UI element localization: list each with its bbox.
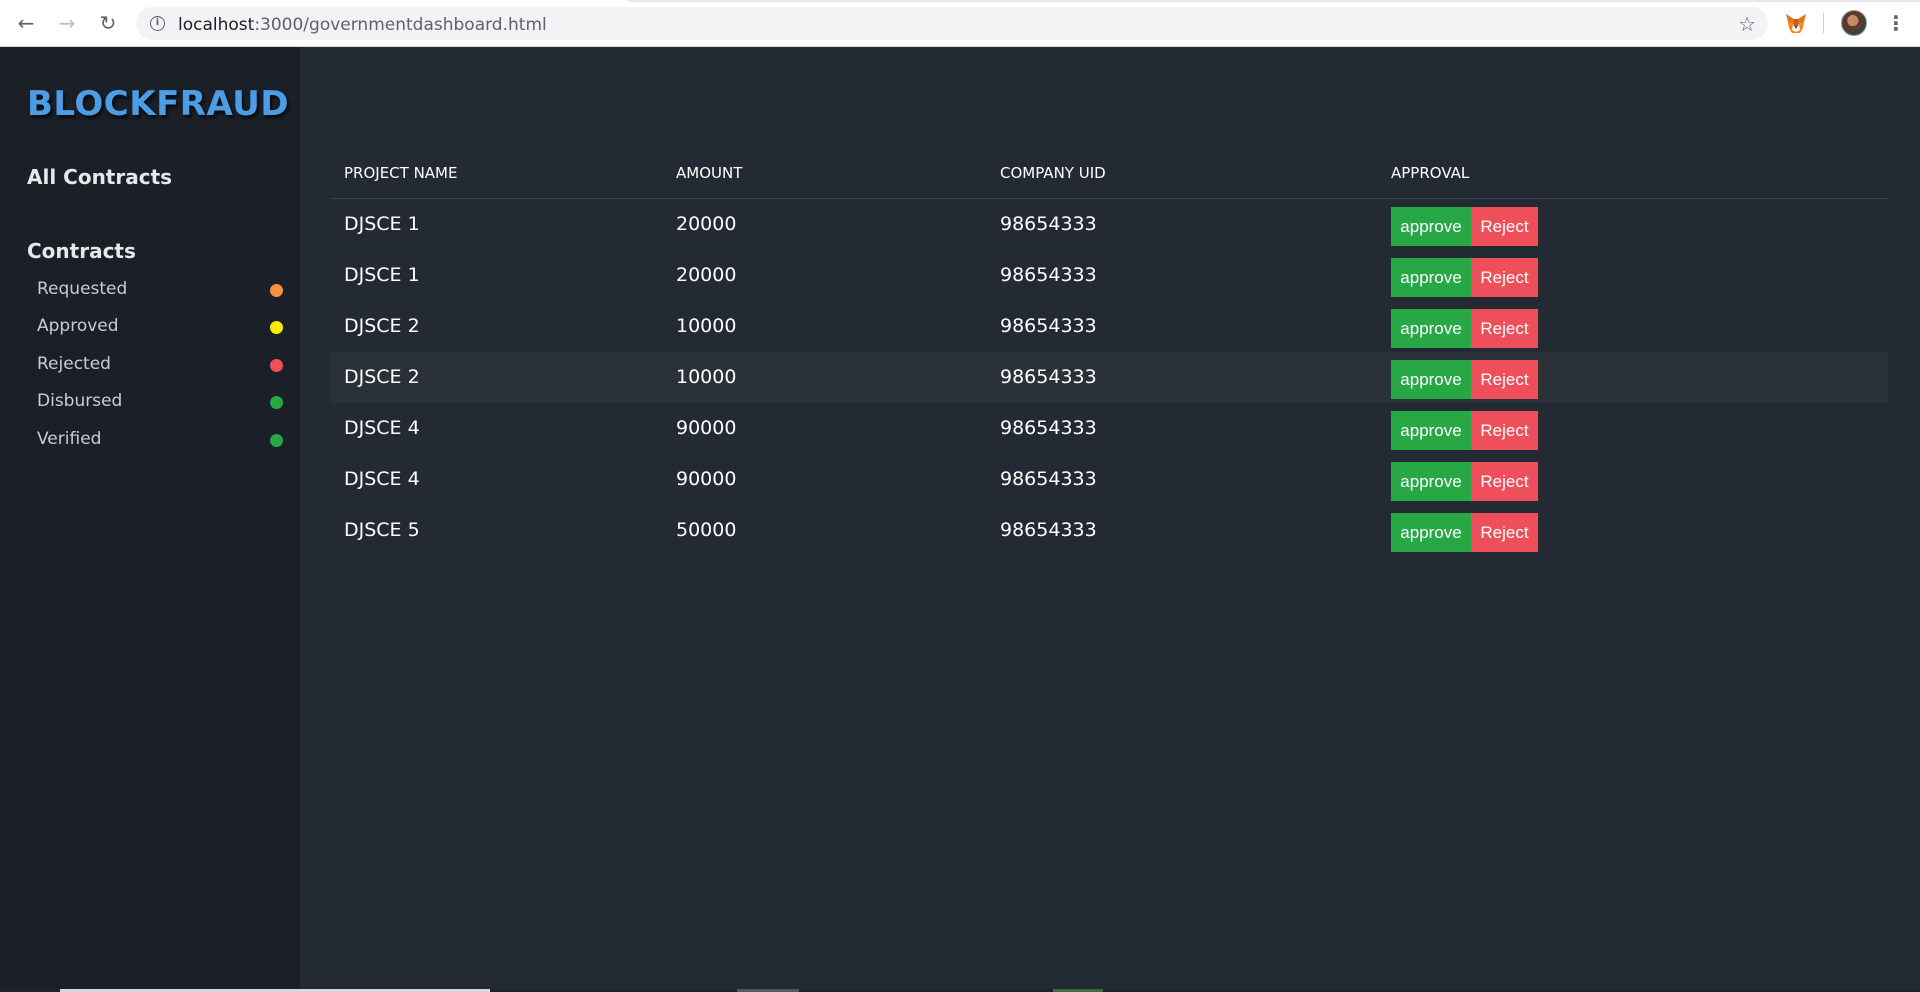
table-row: DJSCE 1 20000 98654333 approve Reject [330, 199, 1888, 250]
amount-cell: 90000 [676, 417, 737, 439]
status-dot [270, 434, 283, 447]
approve-button[interactable]: approve [1391, 462, 1471, 501]
approval-actions: approve Reject [1391, 258, 1538, 297]
amount-cell: 90000 [676, 468, 737, 490]
reject-button[interactable]: Reject [1471, 258, 1538, 297]
sidebar-item-label: Disbursed [37, 391, 123, 411]
toolbar-divider [1823, 13, 1824, 33]
dashboard: BLOCKFRAUD All Contracts Contracts Reque… [0, 47, 1920, 992]
column-header-approval: APPROVAL [1391, 164, 1470, 182]
project-name-cell: DJSCE 4 [344, 468, 420, 490]
company-uid-cell: 98654333 [1000, 468, 1097, 490]
approval-actions: approve Reject [1391, 462, 1538, 501]
sidebar-item-label: Approved [37, 316, 119, 336]
reject-button[interactable]: Reject [1471, 462, 1538, 501]
project-name-cell: DJSCE 2 [344, 315, 420, 337]
reject-button[interactable]: Reject [1471, 411, 1538, 450]
company-uid-cell: 98654333 [1000, 519, 1097, 541]
status-dot [270, 396, 283, 409]
reload-icon[interactable]: ↻ [96, 11, 120, 35]
table-row: DJSCE 2 10000 98654333 approve Reject [330, 352, 1888, 403]
reject-button[interactable]: Reject [1471, 513, 1538, 552]
back-icon[interactable]: ← [14, 11, 38, 35]
approve-button[interactable]: approve [1391, 360, 1471, 399]
status-dot [270, 321, 283, 334]
status-dot [270, 284, 283, 297]
status-dot [270, 359, 283, 372]
sidebar: BLOCKFRAUD All Contracts Contracts Reque… [0, 47, 300, 992]
forward-icon[interactable]: → [55, 11, 79, 35]
table-header: PROJECT NAME AMOUNT COMPANY UID APPROVAL [330, 149, 1888, 199]
company-uid-cell: 98654333 [1000, 315, 1097, 337]
amount-cell: 10000 [676, 366, 737, 388]
profile-avatar[interactable] [1841, 10, 1867, 36]
table-row: DJSCE 4 90000 98654333 approve Reject [330, 403, 1888, 454]
column-header-amount: AMOUNT [676, 164, 743, 182]
site-info-icon[interactable]: i [150, 16, 165, 31]
url-host: localhost [178, 15, 255, 35]
table-row: DJSCE 5 50000 98654333 approve Reject [330, 505, 1888, 556]
sidebar-item-disbursed[interactable]: Disbursed [37, 387, 283, 417]
browser-menu-icon[interactable]: ⋮ [1886, 11, 1906, 35]
brand-logo[interactable]: BLOCKFRAUD [27, 84, 289, 124]
sidebar-item-rejected[interactable]: Rejected [37, 350, 283, 380]
sidebar-item-label: Rejected [37, 354, 111, 374]
company-uid-cell: 98654333 [1000, 417, 1097, 439]
table-row: DJSCE 1 20000 98654333 approve Reject [330, 250, 1888, 301]
reject-button[interactable]: Reject [1471, 360, 1538, 399]
project-name-cell: DJSCE 2 [344, 366, 420, 388]
approve-button[interactable]: approve [1391, 207, 1471, 246]
column-header-project-name: PROJECT NAME [344, 164, 458, 182]
company-uid-cell: 98654333 [1000, 264, 1097, 286]
approval-actions: approve Reject [1391, 207, 1538, 246]
sidebar-item-label: Requested [37, 279, 128, 299]
company-uid-cell: 98654333 [1000, 213, 1097, 235]
amount-cell: 20000 [676, 264, 737, 286]
approval-actions: approve Reject [1391, 411, 1538, 450]
sidebar-item-requested[interactable]: Requested [37, 275, 283, 305]
sidebar-item-approved[interactable]: Approved [37, 312, 283, 342]
amount-cell: 20000 [676, 213, 737, 235]
sidebar-item-label: Verified [37, 429, 102, 449]
contracts-table: PROJECT NAME AMOUNT COMPANY UID APPROVAL… [330, 149, 1888, 556]
address-bar[interactable]: i localhost:3000/governmentdashboard.htm… [136, 7, 1768, 40]
bookmark-star-icon[interactable]: ☆ [1738, 12, 1756, 36]
project-name-cell: DJSCE 1 [344, 264, 420, 286]
approve-button[interactable]: approve [1391, 513, 1471, 552]
approval-actions: approve Reject [1391, 360, 1538, 399]
url-path: :3000/governmentdashboard.html [254, 15, 547, 35]
table-row: DJSCE 4 90000 98654333 approve Reject [330, 454, 1888, 505]
company-uid-cell: 98654333 [1000, 366, 1097, 388]
reject-button[interactable]: Reject [1471, 309, 1538, 348]
project-name-cell: DJSCE 1 [344, 213, 420, 235]
amount-cell: 10000 [676, 315, 737, 337]
url-text[interactable]: localhost:3000/governmentdashboard.html [178, 15, 547, 35]
approval-actions: approve Reject [1391, 309, 1538, 348]
table-row: DJSCE 2 10000 98654333 approve Reject [330, 301, 1888, 352]
reject-button[interactable]: Reject [1471, 207, 1538, 246]
amount-cell: 50000 [676, 519, 737, 541]
browser-toolbar: ← → ↻ i localhost:3000/governmentdashboa… [0, 0, 1920, 47]
project-name-cell: DJSCE 4 [344, 417, 420, 439]
metamask-fox-icon[interactable] [1784, 11, 1808, 35]
all-contracts-link[interactable]: All Contracts [27, 165, 172, 189]
approval-actions: approve Reject [1391, 513, 1538, 552]
approve-button[interactable]: approve [1391, 309, 1471, 348]
main-content: PROJECT NAME AMOUNT COMPANY UID APPROVAL… [300, 47, 1920, 992]
approve-button[interactable]: approve [1391, 258, 1471, 297]
column-header-company-uid: COMPANY UID [1000, 164, 1106, 182]
contracts-heading: Contracts [27, 239, 136, 263]
approve-button[interactable]: approve [1391, 411, 1471, 450]
project-name-cell: DJSCE 5 [344, 519, 420, 541]
tab-strip-edge [628, 0, 1920, 2]
sidebar-item-verified[interactable]: Verified [37, 425, 283, 455]
